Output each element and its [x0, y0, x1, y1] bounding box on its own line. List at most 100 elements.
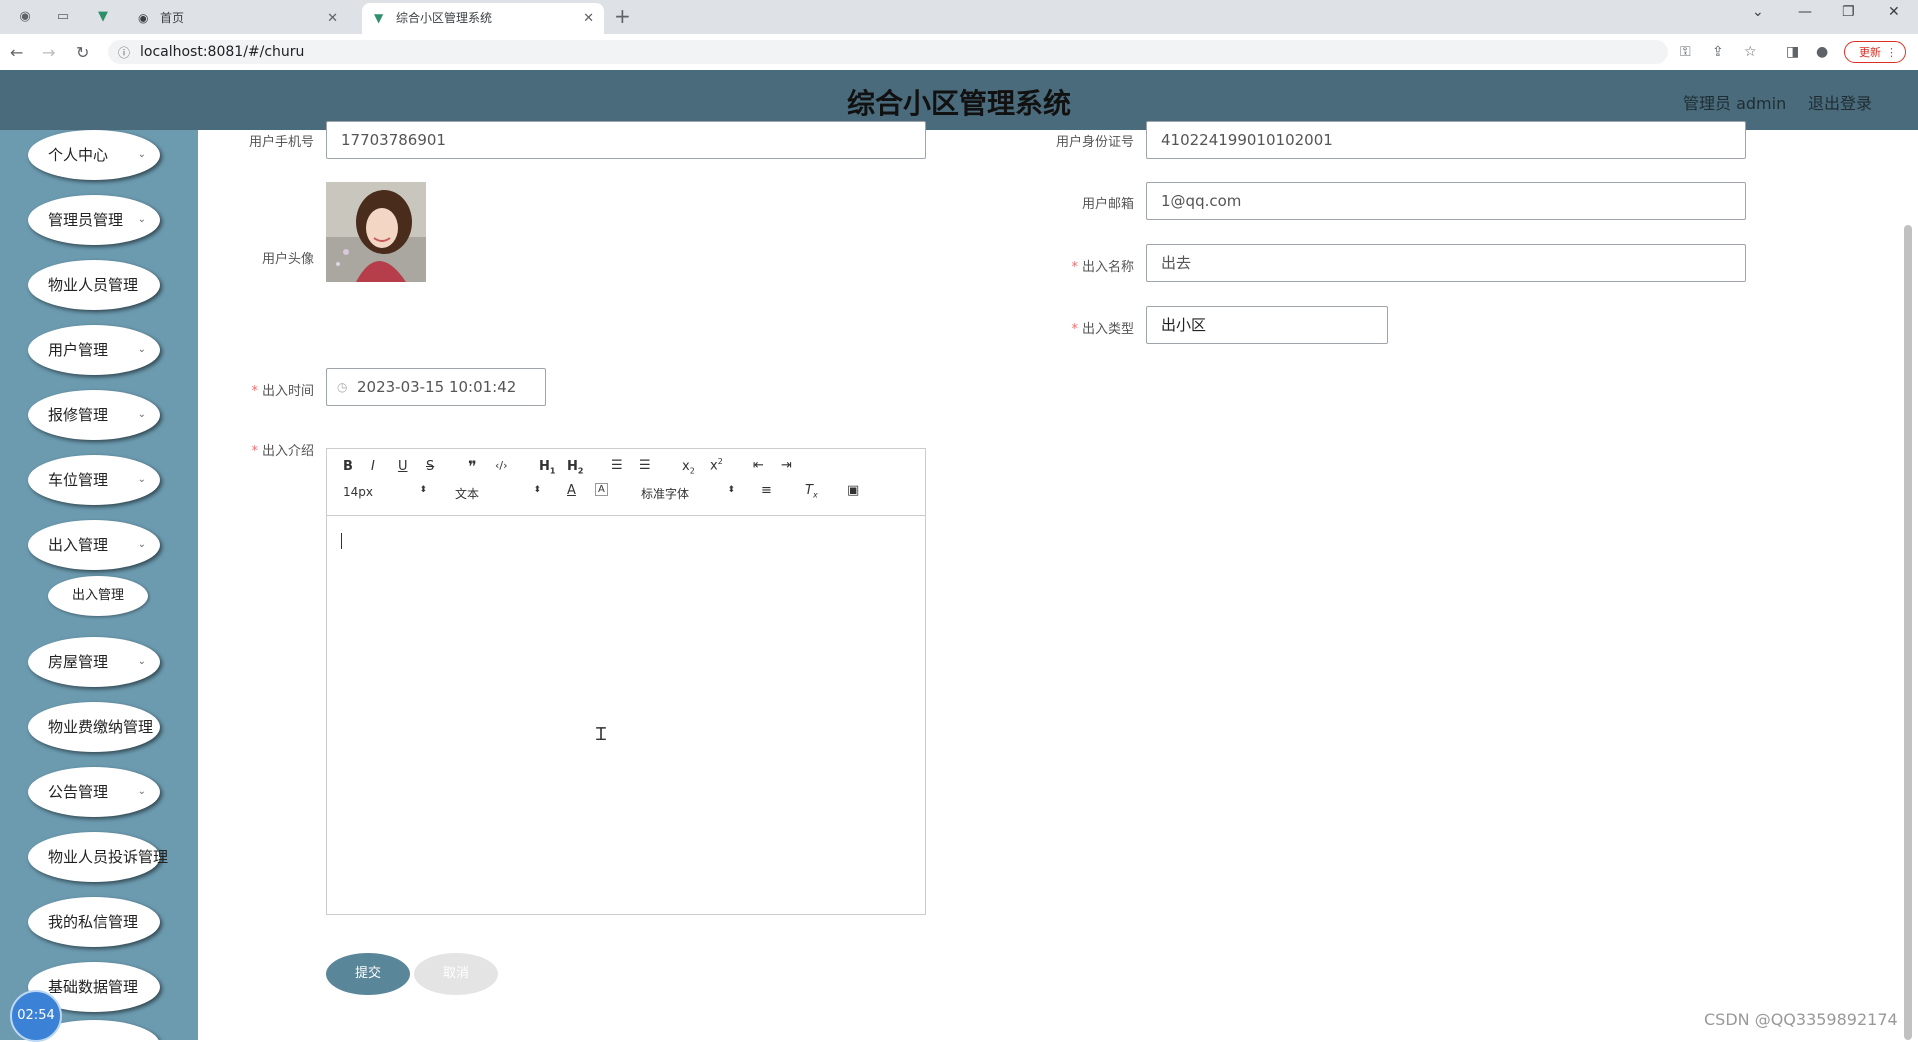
- indent-icon[interactable]: ⇥: [781, 458, 792, 473]
- chevron-down-icon: ⌄: [137, 786, 146, 797]
- browser-tab-bar: ◉ ▭ ▼ ◉ 首页 ✕ ▼ 综合小区管理系统 ✕ + ⌄ — ❐ ✕: [0, 0, 1918, 34]
- sidebar-item-label: 房屋管理: [48, 653, 109, 671]
- back-icon[interactable]: ←: [10, 43, 23, 62]
- ordered-list-icon[interactable]: ☰: [611, 458, 623, 473]
- minimize-icon[interactable]: —: [1798, 4, 1812, 20]
- rich-text-editor: B I U S ❞ ‹/› H1 H2 ☰ ☰ x2 x2 ⇤ ⇥ 14px ⬍…: [326, 448, 926, 915]
- forward-icon[interactable]: →: [42, 43, 55, 62]
- vue-logo-icon[interactable]: ▼: [94, 8, 112, 26]
- ibeam-cursor-icon: Ɪ: [596, 724, 607, 745]
- sidebar-item-label: 管理员管理: [48, 211, 124, 229]
- sidebar-item-label: 个人中心: [48, 146, 109, 164]
- time-label: * 出入时间: [251, 384, 314, 399]
- sidebar-item-label: 公告管理: [48, 783, 109, 801]
- sidebar-item-users[interactable]: 用户管理 ⌄: [28, 325, 160, 375]
- sidebar-item-admins[interactable]: 管理员管理 ⌄: [28, 195, 160, 245]
- cancel-button[interactable]: 取消: [414, 953, 498, 995]
- avatar-image: [326, 182, 426, 282]
- globe-icon[interactable]: ◉: [16, 8, 34, 26]
- time-picker[interactable]: ◷ 2023-03-15 10:01:42: [326, 368, 546, 406]
- url-text[interactable]: localhost:8081/#/churu: [140, 44, 304, 60]
- superscript-icon[interactable]: x2: [710, 457, 723, 473]
- close-icon[interactable]: ✕: [327, 3, 338, 34]
- email-field[interactable]: 1@qq.com: [1146, 182, 1746, 220]
- profile-icon[interactable]: ●: [1816, 44, 1828, 60]
- chevron-down-icon[interactable]: ⌄: [1752, 4, 1764, 20]
- globe-icon: ◉: [138, 11, 149, 25]
- block-format-select[interactable]: 文本 ⬍: [455, 485, 541, 502]
- intro-label: * 出入介绍: [251, 444, 314, 459]
- type-select[interactable]: 出小区: [1146, 306, 1388, 344]
- close-icon[interactable]: ✕: [583, 3, 594, 34]
- sidebar-item-fees[interactable]: 物业费缴纳管理: [28, 702, 160, 752]
- subscript-icon[interactable]: x2: [682, 459, 695, 476]
- scrollbar[interactable]: [1904, 225, 1912, 1040]
- email-label: 用户邮箱: [1081, 197, 1134, 212]
- sidebar-item-profile[interactable]: 个人中心 ⌄: [28, 130, 160, 180]
- clear-format-icon[interactable]: Tx: [805, 483, 818, 500]
- sidebar-item-label: 物业人员管理: [48, 276, 139, 294]
- sidebar-item-label: 用户管理: [48, 341, 109, 359]
- chevron-down-icon: ⌄: [137, 149, 146, 160]
- sidebar-item-messages[interactable]: 我的私信管理: [28, 897, 160, 947]
- sidebar-item-housing[interactable]: 房屋管理 ⌄: [28, 637, 160, 687]
- browser-tab-active[interactable]: ▼ 综合小区管理系统 ✕: [362, 3, 604, 34]
- sidebar: 个人中心 ⌄ 管理员管理 ⌄ 物业人员管理 用户管理 ⌄ 报修管理 ⌄ 车位管理…: [0, 130, 198, 1040]
- name-field[interactable]: 出去: [1146, 244, 1746, 282]
- strike-icon[interactable]: S: [426, 459, 434, 474]
- phone-field[interactable]: 17703786901: [326, 121, 926, 159]
- editor-content[interactable]: [327, 515, 925, 914]
- restore-icon[interactable]: ❐: [1842, 4, 1855, 20]
- sidebar-item-label: 出入管理: [48, 536, 109, 554]
- select-arrows-icon: ⬍: [533, 485, 541, 495]
- close-window-icon[interactable]: ✕: [1888, 4, 1900, 20]
- align-icon[interactable]: ≡: [761, 483, 772, 498]
- sidebar-item-repairs[interactable]: 报修管理 ⌄: [28, 390, 160, 440]
- current-user: 管理员 admin: [1683, 94, 1787, 113]
- sidepanel-icon[interactable]: ◨: [1786, 44, 1799, 60]
- sidebar-item-property-staff[interactable]: 物业人员管理: [28, 260, 160, 310]
- background-color-icon[interactable]: A: [595, 483, 608, 496]
- sidebar-subitem-access[interactable]: 出入管理: [48, 576, 148, 616]
- underline-icon[interactable]: U: [398, 459, 408, 474]
- avatar[interactable]: [326, 182, 426, 282]
- text-caret: [341, 533, 342, 549]
- outdent-icon[interactable]: ⇤: [753, 458, 764, 473]
- browser-tab-home[interactable]: ◉ 首页 ✕: [126, 3, 366, 34]
- sidebar-item-notices[interactable]: 公告管理 ⌄: [28, 767, 160, 817]
- logout-link[interactable]: 退出登录: [1808, 90, 1872, 114]
- sidebar-item-parking[interactable]: 车位管理 ⌄: [28, 455, 160, 505]
- id-card-field[interactable]: 410224199010102001: [1146, 121, 1746, 159]
- phone-label: 用户手机号: [248, 135, 314, 150]
- time-value: 2023-03-15 10:01:42: [357, 378, 517, 396]
- chevron-down-icon: ⌄: [137, 474, 146, 485]
- font-size-select[interactable]: 14px ⬍: [343, 485, 427, 499]
- text-color-icon[interactable]: A: [567, 483, 576, 498]
- type-label: * 出入类型: [1071, 322, 1134, 337]
- sidebar-item-label: 报修管理: [48, 406, 109, 424]
- sidebar-item-label: 基础数据管理: [48, 978, 139, 996]
- bullet-list-icon[interactable]: ☰: [639, 458, 651, 473]
- bold-icon[interactable]: B: [343, 459, 353, 474]
- page-title: 综合小区管理系统: [846, 87, 1071, 120]
- key-icon[interactable]: ⚿: [1680, 44, 1691, 60]
- sidebar-item-access[interactable]: 出入管理 ⌄: [28, 520, 160, 570]
- folder-icon[interactable]: ▭: [54, 8, 72, 26]
- italic-icon[interactable]: I: [371, 459, 375, 474]
- sidebar-item-complaints[interactable]: 物业人员投诉管理: [28, 832, 168, 882]
- header1-icon[interactable]: H1: [539, 459, 555, 476]
- reload-icon[interactable]: ↻: [76, 43, 89, 62]
- font-family-select[interactable]: 标准字体 ⬍: [641, 485, 735, 502]
- url-field[interactable]: ⓘ localhost:8081/#/churu: [108, 40, 1668, 64]
- update-button[interactable]: 更新 ⋮: [1844, 41, 1906, 63]
- header2-icon[interactable]: H2: [567, 459, 583, 476]
- blockquote-icon[interactable]: ❞: [468, 457, 477, 476]
- share-icon[interactable]: ⇪: [1712, 44, 1724, 60]
- info-icon[interactable]: ⓘ: [118, 44, 130, 61]
- submit-button[interactable]: 提交: [326, 953, 410, 995]
- star-icon[interactable]: ☆: [1744, 44, 1757, 60]
- code-icon[interactable]: ‹/›: [495, 459, 508, 472]
- new-tab-icon[interactable]: +: [614, 4, 631, 28]
- image-icon[interactable]: ▣: [847, 483, 859, 498]
- chevron-down-icon: ⌄: [137, 539, 146, 550]
